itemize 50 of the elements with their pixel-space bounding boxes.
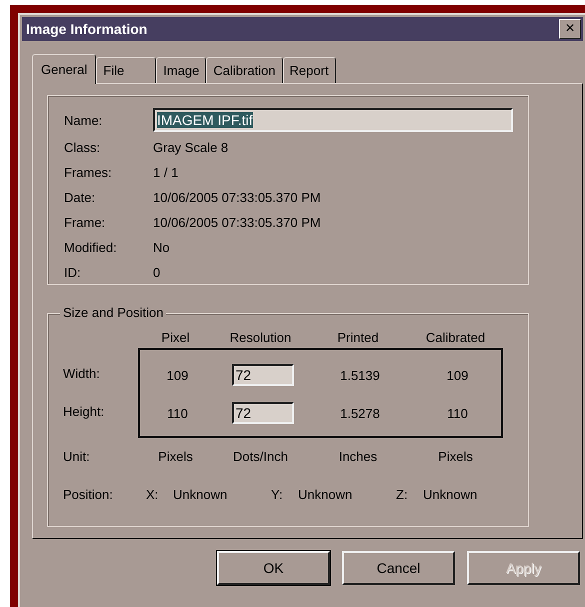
row-label: Width: [63,364,101,382]
unit-value: Dots/Inch [232,448,289,464]
field-label: Class: [64,140,102,154]
axis-value: Unknown [423,486,478,502]
column-header: Printed [336,330,380,344]
axis-label: X: [146,486,160,502]
unit-value: Inches [338,448,378,464]
window-title: Image Information [26,21,148,37]
dialog-button[interactable]: OK [217,551,330,585]
pixel-value: 110 [166,406,189,420]
resolution-field[interactable]: 72 [232,402,294,424]
unit-value: Pixels [157,448,194,464]
field-label: Date: [64,190,96,205]
printed-value: 1.5278 [339,406,381,420]
tab[interactable]: File [96,57,156,83]
row-label: Unit: [63,448,91,464]
calibrated-value: 109 [446,368,470,382]
field-value: 10/06/2005 07:33:05.370 PM [153,190,321,205]
field-label: Frame: [64,215,106,230]
field-value: No [153,240,170,255]
field-label: Modified: [64,240,118,255]
calibrated-value: 110 [446,406,469,420]
tab[interactable]: Image [156,57,206,83]
group-title: Size and Position [60,305,166,320]
row-label: Height: [63,402,106,421]
tab[interactable]: General [32,54,96,84]
field-label: Name: [64,112,104,128]
resolution-field[interactable]: 72 [232,364,294,386]
unit-value: Pixels [437,448,474,464]
axis-value: Unknown [298,486,354,502]
tab[interactable]: Report [282,57,336,83]
field-label: ID: [64,265,82,280]
column-header: Resolution [228,330,292,344]
column-header: Calibrated [424,330,486,344]
pixel-value: 109 [166,368,190,382]
field-label: Frames: [64,165,113,180]
printed-value: 1.5139 [339,368,381,382]
name-field[interactable]: IMAGEM IPF.tif [153,108,513,132]
axis-value: Unknown [173,486,228,502]
axis-label: Z: [396,486,409,502]
column-header: Pixel [160,330,191,344]
dialog-button[interactable]: Cancel [342,551,455,585]
field-value: Gray Scale 8 [153,140,228,154]
field-value: 0 [153,265,160,280]
field-value: 10/06/2005 07:33:05.370 PM [153,215,321,230]
close-button[interactable]: × [559,19,581,39]
row-label: Position: [63,486,114,502]
field-value: 1 / 1 [153,165,178,180]
axis-label: Y: [271,486,284,502]
tab[interactable]: Calibration [206,57,283,83]
